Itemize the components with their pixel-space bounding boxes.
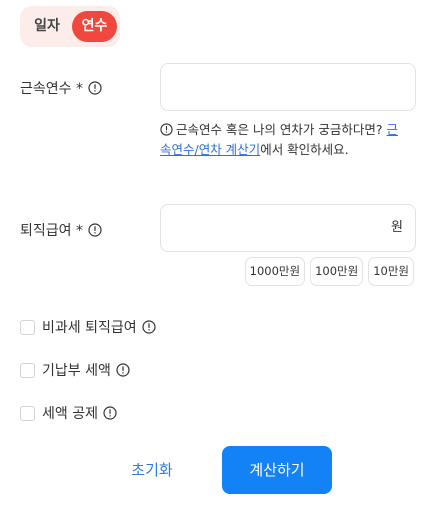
calculate-button[interactable]: 계산하기 <box>222 446 332 494</box>
info-icon[interactable] <box>103 406 117 420</box>
pay-field[interactable]: 원 <box>160 204 416 252</box>
years-input[interactable] <box>173 64 373 110</box>
add-1m-button[interactable]: 100만원 <box>310 257 364 286</box>
amount-chips: 1000만원 100만원 10만원 <box>244 257 414 286</box>
add-10m-button[interactable]: 1000만원 <box>244 257 306 286</box>
tax-credit-checkbox[interactable] <box>20 405 35 421</box>
add-100k-button[interactable]: 10만원 <box>368 257 414 286</box>
hint-prefix: 근속연수 혹은 나의 연차가 궁금하다면? <box>176 122 387 137</box>
mode-toggle: 일자 연수 <box>20 6 120 47</box>
toggle-option-years[interactable]: 연수 <box>72 11 117 42</box>
reset-button[interactable]: 초기화 <box>108 446 196 494</box>
info-icon[interactable] <box>116 363 130 377</box>
currency-unit: 원 <box>391 220 403 235</box>
years-label-row: 근속연수 * <box>20 78 102 98</box>
prepaid-tax-label: 기납부 세액 <box>42 363 111 379</box>
pay-input[interactable] <box>173 205 373 251</box>
tax-credit-option[interactable]: 세액 공제 <box>20 403 117 423</box>
info-icon[interactable] <box>88 81 102 95</box>
nontaxable-pay-option[interactable]: 비과세 퇴직급여 <box>20 317 156 337</box>
hint-suffix: 에서 확인하세요. <box>260 142 349 157</box>
nontaxable-pay-checkbox[interactable] <box>20 319 35 335</box>
pay-label-row: 퇴직급여 * <box>20 220 102 240</box>
prepaid-tax-checkbox[interactable] <box>20 362 35 378</box>
nontaxable-pay-label: 비과세 퇴직급여 <box>42 320 137 336</box>
info-icon[interactable] <box>142 320 156 334</box>
years-field[interactable] <box>160 63 416 111</box>
years-hint: 근속연수 혹은 나의 연차가 궁금하다면? 근속연수/연차 계산기에서 확인하세… <box>160 120 400 160</box>
info-icon <box>160 123 173 136</box>
info-icon[interactable] <box>88 223 102 237</box>
toggle-option-days[interactable]: 일자 <box>26 11 68 42</box>
tax-credit-label: 세액 공제 <box>42 406 98 422</box>
prepaid-tax-option[interactable]: 기납부 세액 <box>20 360 130 380</box>
years-label: 근속연수 * <box>20 81 83 97</box>
pay-label: 퇴직급여 * <box>20 223 83 239</box>
